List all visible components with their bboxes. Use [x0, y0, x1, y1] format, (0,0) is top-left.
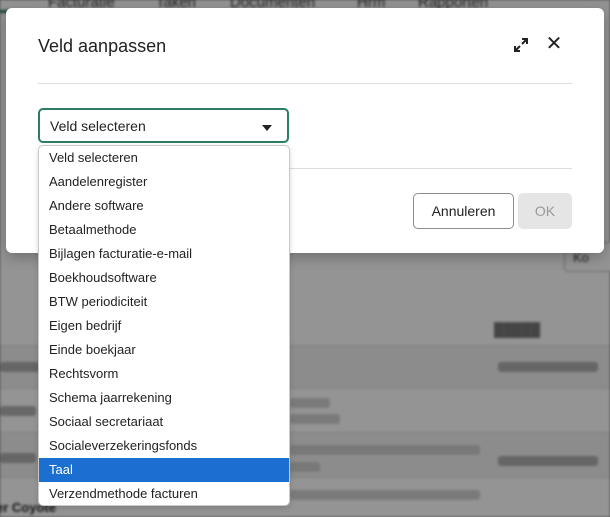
chevron-down-icon	[262, 125, 272, 131]
dropdown-option[interactable]: BTW periodiciteit	[39, 290, 289, 314]
dropdown-option[interactable]: Verzendmethode facturen	[39, 482, 289, 505]
dropdown-option[interactable]: Boekhoudsoftware	[39, 266, 289, 290]
dropdown-option[interactable]: Bijlagen facturatie-e-mail	[39, 242, 289, 266]
dropdown-option-selected[interactable]: Taal	[39, 458, 289, 482]
dialog-title: Veld aanpassen	[38, 36, 167, 56]
expand-icon[interactable]	[512, 36, 530, 54]
field-select[interactable]: Veld selecteren	[38, 108, 289, 143]
dropdown-option[interactable]: Sociaal secretariaat	[39, 410, 289, 434]
divider	[38, 83, 572, 84]
divider	[288, 168, 572, 169]
dropdown-option[interactable]: Aandelenregister	[39, 170, 289, 194]
ok-button[interactable]: OK	[518, 193, 572, 229]
dropdown-option[interactable]: Socialeverzekeringsfonds	[39, 434, 289, 458]
dropdown-option[interactable]: Rechtsvorm	[39, 362, 289, 386]
field-select-value: Veld selecteren	[50, 118, 146, 134]
field-dropdown-list[interactable]: Veld selecteren Aandelenregister Andere …	[38, 145, 290, 506]
dropdown-option[interactable]: Andere software	[39, 194, 289, 218]
close-icon[interactable]: ✕	[544, 34, 564, 54]
dropdown-option[interactable]: Veld selecteren	[39, 146, 289, 170]
dropdown-option[interactable]: Betaalmethode	[39, 218, 289, 242]
cancel-button[interactable]: Annuleren	[413, 193, 514, 229]
dropdown-option[interactable]: Schema jaarrekening	[39, 386, 289, 410]
dropdown-option[interactable]: Einde boekjaar	[39, 338, 289, 362]
dropdown-option[interactable]: Eigen bedrijf	[39, 314, 289, 338]
